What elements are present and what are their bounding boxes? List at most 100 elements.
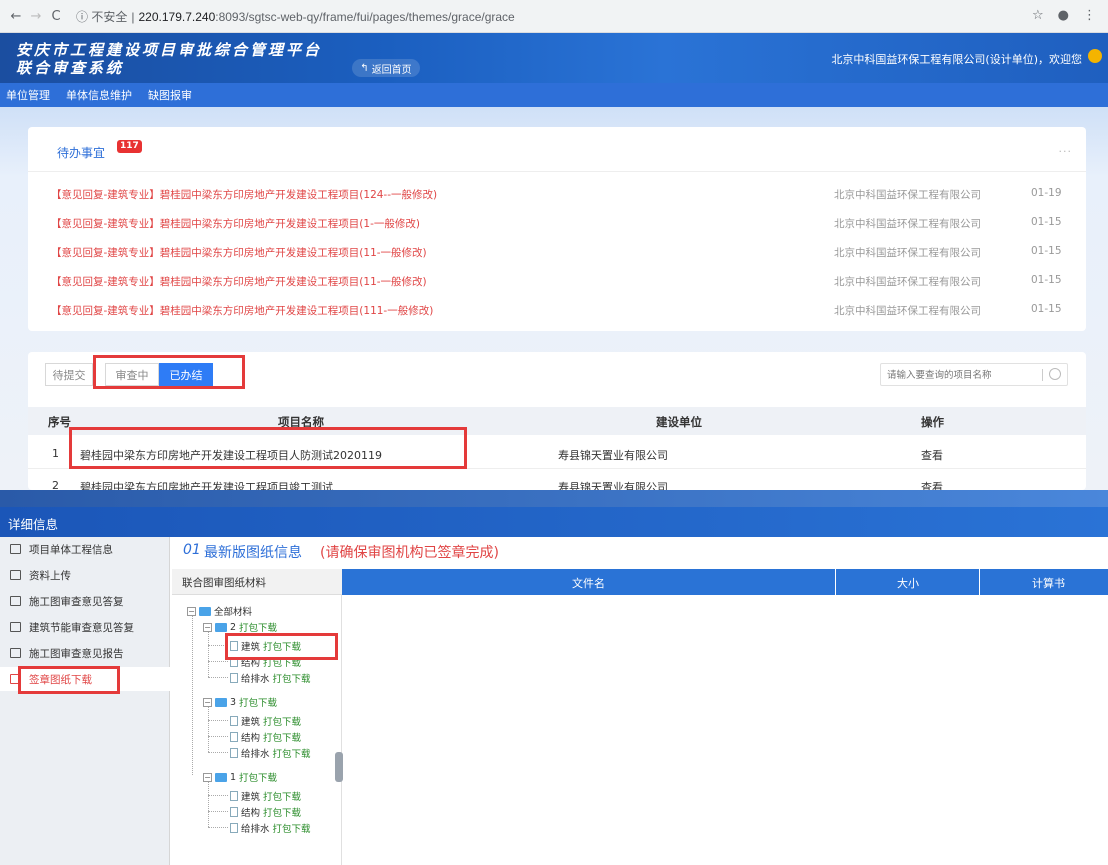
file-download-link[interactable]: 打包下载	[263, 655, 301, 669]
tree-root[interactable]: − 全部材料	[187, 604, 252, 618]
todo-item-text[interactable]: 【意见回复-建筑专业】碧桂园中梁东方印房地产开发建设工程项目(124--一般修改…	[51, 187, 437, 202]
row-builder: 寿县锦天置业有限公司	[558, 481, 668, 490]
tree-file-label: 结构	[241, 733, 261, 744]
menu-unit-management[interactable]: 单位管理	[6, 87, 50, 103]
collapse-icon[interactable]: −	[203, 772, 212, 782]
return-arrow-icon: ↰	[360, 62, 369, 74]
file-download-link[interactable]: 打包下载	[263, 730, 301, 744]
tree-group[interactable]: − 2 打包下载	[203, 620, 277, 634]
collapse-icon[interactable]: −	[203, 622, 212, 632]
forward-arrow-icon[interactable]: →	[26, 9, 46, 24]
sidebar-item-signed-download[interactable]: 签章图纸下载	[0, 667, 170, 691]
tree-file[interactable]: 建筑 打包下载	[230, 714, 301, 728]
tree-file[interactable]: 给排水 打包下载	[230, 821, 311, 835]
profile-icon[interactable]: ●	[1058, 8, 1069, 23]
todo-item-text[interactable]: 【意见回复-建筑专业】碧桂园中梁东方印房地产开发建设工程项目(11-一般修改)	[51, 245, 427, 260]
todo-item-unit: 北京中科国益环保工程有限公司	[834, 305, 981, 317]
more-icon[interactable]: ...	[1059, 142, 1073, 155]
folder-icon	[199, 606, 211, 616]
file-icon	[230, 732, 238, 742]
sidebar-item-review-report[interactable]: 施工图审查意见报告	[0, 641, 170, 665]
todo-count-badge: 117	[117, 140, 142, 153]
todo-item-date: 01-15	[1031, 303, 1062, 315]
tree-group[interactable]: − 3 打包下载	[203, 695, 277, 709]
todo-item[interactable]: 【意见回复-建筑专业】碧桂园中梁东方印房地产开发建设工程项目(111-一般修改)…	[28, 301, 1086, 321]
package-download-link[interactable]: 打包下载	[239, 620, 277, 634]
sidebar-item-project-info[interactable]: 项目单体工程信息	[0, 537, 170, 561]
search-icon[interactable]	[1049, 368, 1061, 380]
collapse-icon[interactable]: −	[187, 606, 196, 616]
section-title: 最新版图纸信息	[204, 545, 302, 561]
tree-file[interactable]: 结构 打包下载	[230, 730, 301, 744]
panel-splitter-handle[interactable]	[335, 752, 343, 782]
collapse-icon[interactable]: −	[203, 697, 212, 707]
todo-item[interactable]: 【意见回复-建筑专业】碧桂园中梁东方印房地产开发建设工程项目(11-一般修改) …	[28, 243, 1086, 263]
search-input[interactable]	[887, 367, 1037, 383]
sidebar-item-energy-reply[interactable]: 建筑节能审查意见答复	[0, 615, 170, 639]
tree-group[interactable]: − 1 打包下载	[203, 770, 277, 784]
tree-file-label: 结构	[241, 658, 261, 669]
todo-item[interactable]: 【意见回复-建筑专业】碧桂园中梁东方印房地产开发建设工程项目(11-一般修改) …	[28, 272, 1086, 292]
tab-reviewing[interactable]: 审查中	[105, 363, 159, 386]
browser-menu-icon[interactable]: ⋮	[1083, 8, 1096, 23]
todo-item-text[interactable]: 【意见回复-建筑专业】碧桂园中梁东方印房地产开发建设工程项目(11-一般修改)	[51, 274, 427, 289]
back-arrow-icon[interactable]: ←	[6, 9, 26, 24]
info-icon: ⓘ	[76, 9, 89, 24]
column-separator	[979, 569, 980, 595]
bookmark-star-icon[interactable]: ☆	[1032, 8, 1044, 23]
address-bar[interactable]: ⓘ 不安全 | 220.179.7.240:8093/sgtsc-web-qy/fr…	[76, 8, 515, 25]
tree-line	[208, 720, 228, 721]
row-project-name[interactable]: 碧桂园中梁东方印房地产开发建设工程项目竣工测试	[80, 479, 333, 490]
file-download-link[interactable]: 打包下载	[263, 714, 301, 728]
todo-item-text[interactable]: 【意见回复-建筑专业】碧桂园中梁东方印房地产开发建设工程项目(1-一般修改)	[51, 216, 420, 231]
tree-line	[208, 677, 228, 678]
sidebar-item-upload[interactable]: 资料上传	[0, 563, 170, 587]
package-download-link[interactable]: 打包下载	[239, 770, 277, 784]
tree-file[interactable]: 结构 打包下载	[230, 655, 301, 669]
todo-title[interactable]: 待办事宜	[57, 144, 105, 161]
file-download-link[interactable]: 打包下载	[263, 639, 301, 653]
user-icon[interactable]	[1088, 49, 1102, 63]
report-icon	[10, 648, 21, 658]
tree-file[interactable]: 建筑 打包下载	[230, 639, 301, 653]
tree-line	[208, 811, 228, 812]
col-number: 序号	[48, 415, 71, 429]
tree-file[interactable]: 建筑 打包下载	[230, 789, 301, 803]
file-table-header: 文件名 大小 计算书	[342, 569, 1108, 595]
file-tree: − 全部材料 − 2 打包下载 建筑 打包下载 结构 打包下载 给排水 打包下载…	[172, 595, 342, 865]
menu-single-info[interactable]: 单体信息维护	[66, 87, 132, 103]
package-download-link[interactable]: 打包下载	[239, 695, 277, 709]
tree-file[interactable]: 结构 打包下载	[230, 805, 301, 819]
reload-icon[interactable]: C	[46, 9, 66, 24]
todo-item-unit: 北京中科国益环保工程有限公司	[834, 247, 981, 259]
tree-file[interactable]: 给排水 打包下载	[230, 671, 311, 685]
file-download-link[interactable]: 打包下载	[273, 746, 311, 760]
divider	[28, 171, 1086, 172]
file-download-link[interactable]: 打包下载	[273, 671, 311, 685]
todo-item-text[interactable]: 【意见回复-建筑专业】碧桂园中梁东方印房地产开发建设工程项目(111-一般修改)	[51, 303, 433, 318]
todo-panel: 待办事宜 117 ... 【意见回复-建筑专业】碧桂园中梁东方印房地产开发建设工…	[28, 127, 1086, 331]
file-icon	[230, 807, 238, 817]
todo-item-date: 01-19	[1031, 187, 1062, 199]
menu-missing-drawings[interactable]: 缺图报审	[148, 87, 192, 103]
folder-icon	[215, 622, 227, 632]
todo-item[interactable]: 【意见回复-建筑专业】碧桂园中梁东方印房地产开发建设工程项目(1-一般修改) 北…	[28, 214, 1086, 234]
tree-file[interactable]: 给排水 打包下载	[230, 746, 311, 760]
file-download-link[interactable]: 打包下载	[273, 821, 311, 835]
todo-item[interactable]: 【意见回复-建筑专业】碧桂园中梁东方印房地产开发建设工程项目(124--一般修改…	[28, 185, 1086, 205]
file-download-link[interactable]: 打包下载	[263, 789, 301, 803]
tab-completed[interactable]: 已办结	[159, 363, 213, 386]
tree-line	[208, 706, 209, 752]
tab-pending[interactable]: 待提交	[45, 363, 93, 386]
return-home-button[interactable]: ↰ 返回首页	[352, 59, 420, 77]
col-filename: 文件名	[572, 577, 605, 590]
tree-header: 联合图审图纸材料	[172, 569, 342, 595]
view-link[interactable]: 查看	[921, 479, 943, 490]
row-project-name[interactable]: 碧桂园中梁东方印房地产开发建设工程项目人防测试2020119	[80, 447, 382, 463]
sidebar-item-review-reply[interactable]: 施工图审查意见答复	[0, 589, 170, 613]
file-icon	[230, 748, 238, 758]
view-link[interactable]: 查看	[921, 447, 943, 463]
file-download-link[interactable]: 打包下载	[263, 805, 301, 819]
project-list-panel: 待提交 审查中 已办结 序号 项目名称 建设单位 操作 1 碧桂园中梁东方印房地…	[28, 352, 1086, 490]
file-icon	[230, 657, 238, 667]
